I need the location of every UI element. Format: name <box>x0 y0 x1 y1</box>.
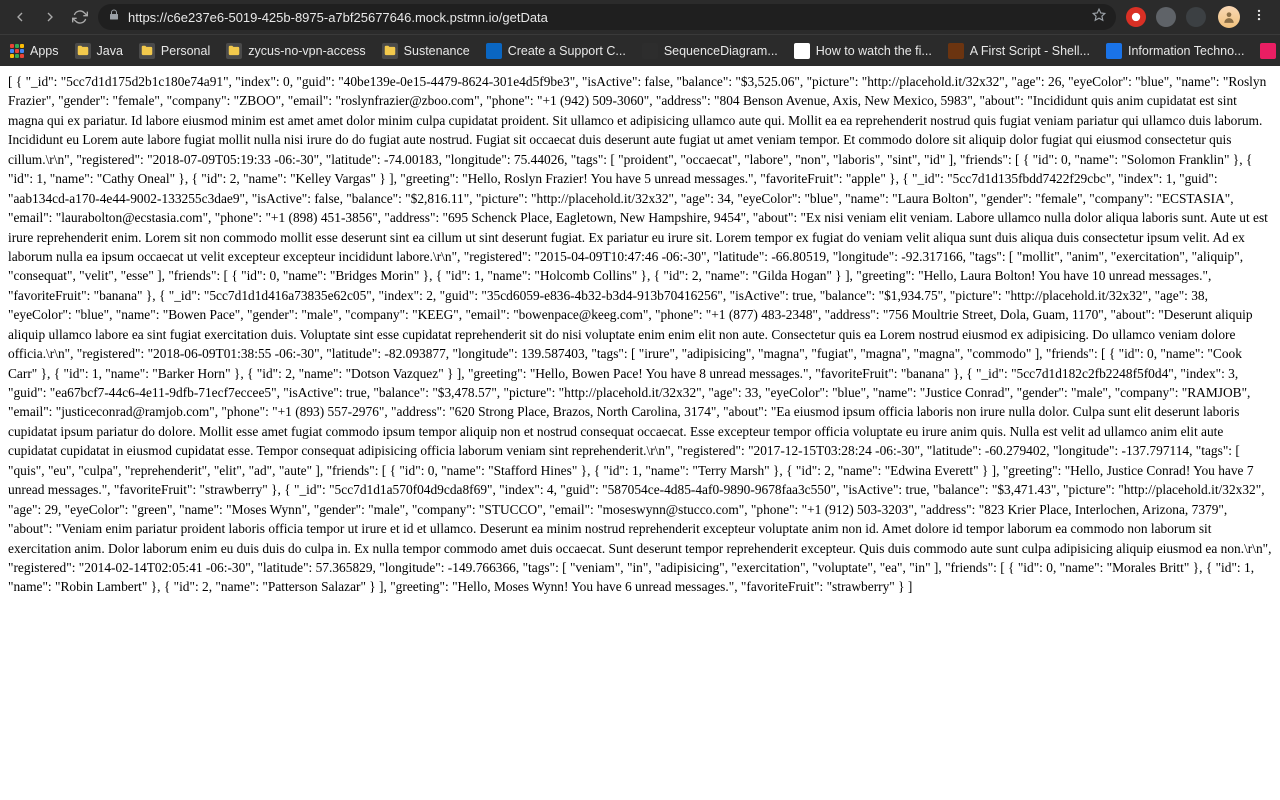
profile-avatar[interactable] <box>1218 6 1240 28</box>
bookmark-label: zycus-no-vpn-access <box>248 44 365 58</box>
bookmark-label: Create a Support C... <box>508 44 626 58</box>
star-icon[interactable] <box>1092 8 1106 27</box>
apps-label: Apps <box>30 44 59 58</box>
bookmark-item[interactable]: Create a Support C... <box>486 43 626 59</box>
bookmark-item[interactable]: Sustenance <box>382 43 470 59</box>
address-bar[interactable]: https://c6e237e6-5019-425b-8975-a7bf2567… <box>98 4 1116 30</box>
lock-icon <box>108 8 120 26</box>
browser-chrome: https://c6e237e6-5019-425b-8975-a7bf2567… <box>0 0 1280 66</box>
site-icon <box>642 43 658 59</box>
url-text: https://c6e237e6-5019-425b-8975-a7bf2567… <box>128 10 1084 25</box>
bookmarks-bar: Apps Java Personal zycus-no-vpn-access Sust… <box>0 34 1280 66</box>
extension-icon-1[interactable] <box>1126 7 1146 27</box>
site-icon <box>1260 43 1276 59</box>
bookmark-item[interactable]: Java <box>75 43 123 59</box>
forward-button[interactable] <box>38 5 62 29</box>
json-body-text: [ { "_id": "5cc7d1d175d2b1c180e74a91", "… <box>8 74 1272 594</box>
bookmark-item[interactable]: Information Techno... <box>1106 43 1245 59</box>
back-button[interactable] <box>8 5 32 29</box>
menu-button[interactable] <box>1252 8 1266 27</box>
bookmark-label: Java <box>97 44 123 58</box>
bookmark-label: Sustenance <box>404 44 470 58</box>
extension-icon-2[interactable] <box>1156 7 1176 27</box>
site-icon <box>794 43 810 59</box>
bookmark-item[interactable]: SequenceDiagram... <box>642 43 778 59</box>
bookmark-label: Personal <box>161 44 210 58</box>
folder-icon <box>382 43 398 59</box>
reload-button[interactable] <box>68 5 92 29</box>
toolbar: https://c6e237e6-5019-425b-8975-a7bf2567… <box>0 0 1280 34</box>
site-icon <box>948 43 964 59</box>
bookmark-label: How to watch the fi... <box>816 44 932 58</box>
apps-icon <box>10 44 24 58</box>
site-icon <box>1106 43 1122 59</box>
site-icon <box>486 43 502 59</box>
bookmark-item[interactable]: zycus-no-vpn-access <box>226 43 365 59</box>
bookmark-item[interactable]: 006 ISupplier Create <box>1260 43 1280 59</box>
bookmark-item[interactable]: Personal <box>139 43 210 59</box>
bookmark-label: A First Script - Shell... <box>970 44 1090 58</box>
bookmark-item[interactable]: A First Script - Shell... <box>948 43 1090 59</box>
folder-icon <box>226 43 242 59</box>
apps-shortcut[interactable]: Apps <box>10 44 59 58</box>
bookmark-label: Information Techno... <box>1128 44 1245 58</box>
folder-icon <box>139 43 155 59</box>
page-content: [ { "_id": "5cc7d1d175d2b1c180e74a91", "… <box>0 66 1280 603</box>
extension-icon-3[interactable] <box>1186 7 1206 27</box>
folder-icon <box>75 43 91 59</box>
bookmark-item[interactable]: How to watch the fi... <box>794 43 932 59</box>
bookmark-label: SequenceDiagram... <box>664 44 778 58</box>
